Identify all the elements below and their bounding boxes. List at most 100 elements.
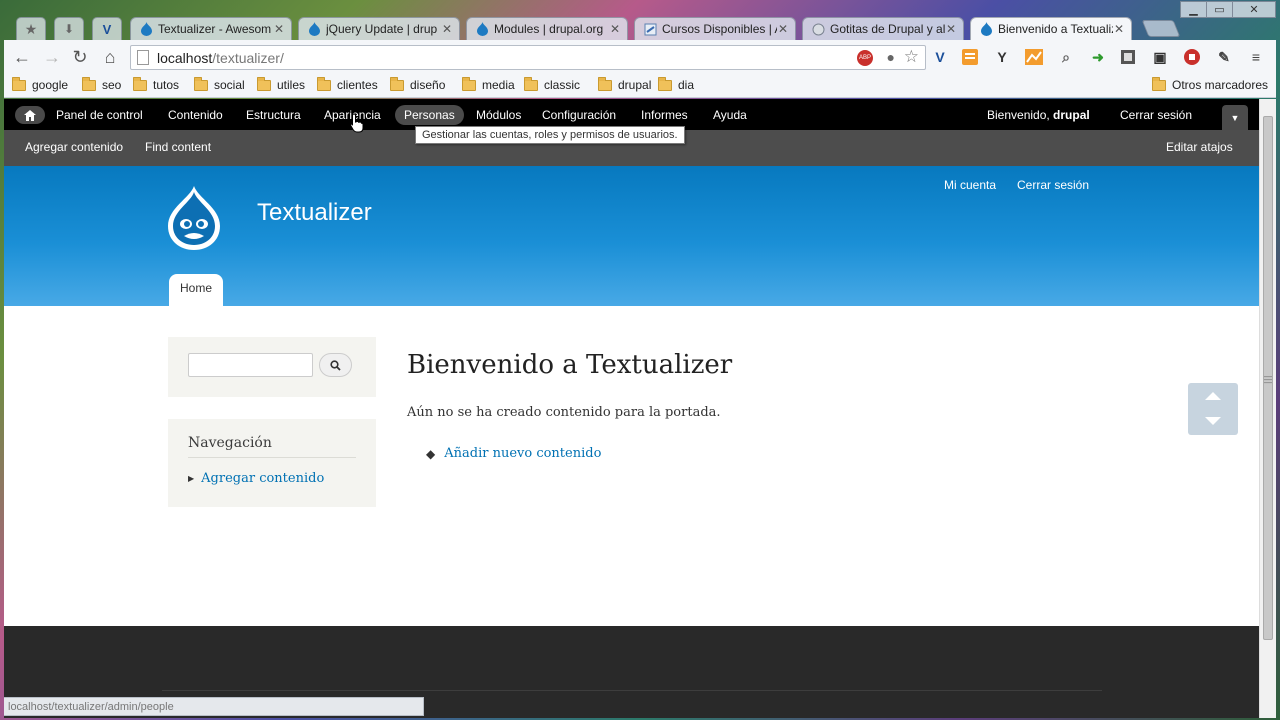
shortcut-link[interactable]: Agregar contenido [25, 140, 123, 154]
page-title: Bienvenido a Textualizer [407, 350, 733, 380]
back-arrow-icon[interactable]: ← [10, 46, 34, 68]
welcome-username[interactable]: drupal [1053, 108, 1090, 122]
browser-tab[interactable]: Textualizer - Awesom ✕ [130, 17, 292, 40]
adblock-icon[interactable]: ABP [857, 50, 873, 66]
site-logout-link[interactable]: Cerrar sesión [1017, 178, 1089, 192]
tab-home[interactable]: Home [169, 274, 223, 306]
bookmark-star-icon[interactable]: ☆ [904, 47, 919, 67]
close-icon[interactable]: ✕ [441, 22, 453, 36]
lightbulb-icon[interactable]: ● [887, 49, 895, 65]
browser-tab[interactable]: jQuery Update | drup ✕ [298, 17, 460, 40]
admin-home-icon[interactable] [15, 106, 45, 124]
bookmark-folder[interactable]: diseño [390, 76, 446, 92]
maximize-icon[interactable]: ▭ [1206, 1, 1233, 18]
folder-icon [317, 76, 331, 91]
bookmark-folder[interactable]: utiles [257, 76, 306, 92]
scroll-up-icon[interactable] [1205, 392, 1221, 400]
home-icon[interactable]: ⌂ [98, 46, 122, 68]
menu-icon[interactable]: ≡ [1246, 48, 1266, 66]
admin-menu-item[interactable]: Configuración [542, 108, 616, 122]
bookmark-label: diseño [410, 78, 446, 92]
site-name[interactable]: Textualizer [257, 199, 372, 227]
tools-icon[interactable]: ✎ [1214, 48, 1234, 66]
browser-tab-active[interactable]: Bienvenido a Textualiz ✕ [970, 17, 1132, 40]
my-account-link[interactable]: Mi cuenta [944, 178, 996, 192]
bookmark-folder[interactable]: seo [82, 76, 121, 92]
reload-icon[interactable]: ↻ [68, 46, 92, 68]
magnifier-icon[interactable]: ⌕ [1056, 48, 1076, 66]
minimize-icon[interactable]: ▁ [1180, 1, 1207, 18]
other-bookmarks-folder[interactable]: Otros marcadores [1152, 76, 1268, 92]
forward-arrow-icon[interactable]: → [40, 46, 64, 68]
chevron-down-icon[interactable]: ▼ [1222, 105, 1248, 130]
search-input[interactable] [188, 353, 313, 377]
bookmark-folder[interactable]: google [12, 76, 68, 92]
new-tab-button[interactable] [1141, 20, 1181, 37]
bookmark-folder[interactable]: dia [658, 76, 695, 92]
bookmark-label: clientes [337, 78, 378, 92]
green-arrow-icon[interactable]: ➜ [1088, 48, 1108, 66]
shield-v-icon[interactable]: V [930, 48, 950, 66]
navigation-link-label: Agregar contenido [201, 471, 325, 486]
bookmark-folder[interactable]: classic [524, 76, 580, 92]
scroll-widget [1188, 383, 1238, 435]
bookmark-label: utiles [277, 78, 306, 92]
admin-menu-item[interactable]: Panel de control [56, 108, 143, 122]
site-header: Textualizer Mi cuenta Cerrar sesión Home [4, 166, 1259, 306]
chart-icon[interactable] [1024, 48, 1044, 66]
folder-icon [598, 76, 612, 91]
bookmark-label: dia [678, 78, 695, 92]
window-controls: ▁ ▭ ✕ [1180, 1, 1276, 19]
stop-icon[interactable] [1182, 48, 1202, 66]
admin-menu-item[interactable]: Estructura [246, 108, 301, 122]
address-bar[interactable]: localhost/textualizer/ ABP ● ☆ [130, 45, 926, 70]
shield-v-icon: V [102, 21, 112, 37]
tab-title: Bienvenido a Textualiz [998, 22, 1113, 36]
admin-menu-item-active[interactable]: Personas [395, 105, 464, 125]
bookmark-folder[interactable]: media [462, 76, 515, 92]
downloads-tab[interactable]: ⬇ [54, 17, 84, 40]
welcome-prefix: Bienvenido, [987, 108, 1054, 122]
folder-icon [194, 76, 208, 91]
bookmark-folder[interactable]: clientes [317, 76, 378, 92]
window-close-icon[interactable]: ✕ [1232, 1, 1276, 18]
hand-cursor-icon [350, 113, 364, 136]
admin-menu-item[interactable]: Módulos [476, 108, 521, 122]
admin-menu-item[interactable]: Informes [641, 108, 688, 122]
navigation-link[interactable]: ▶ Agregar contenido [188, 471, 324, 486]
bookmark-folder[interactable]: tutos [133, 76, 179, 92]
yslow-icon[interactable]: Y [992, 48, 1012, 66]
admin-menu-item[interactable]: Ayuda [713, 108, 747, 122]
divider [162, 690, 1102, 691]
folder-icon [390, 76, 404, 91]
bookmark-star-tab[interactable]: ★ [16, 17, 46, 40]
dimension-icon[interactable] [1118, 48, 1138, 66]
pinned-tab[interactable]: V [92, 17, 122, 40]
add-content-link[interactable]: Añadir nuevo contenido [444, 446, 601, 461]
rss-icon[interactable] [960, 48, 980, 66]
screen-capture-icon[interactable]: ▣ [1150, 48, 1170, 66]
vertical-scrollbar[interactable]: — — — [1259, 99, 1276, 718]
close-icon[interactable]: ✕ [273, 22, 285, 36]
close-icon[interactable]: ✕ [945, 22, 957, 36]
folder-icon [462, 76, 476, 91]
logout-link[interactable]: Cerrar sesión [1120, 108, 1192, 122]
close-icon[interactable]: ✕ [609, 22, 621, 36]
scroll-down-icon[interactable] [1205, 417, 1221, 425]
bookmark-label: media [482, 78, 515, 92]
shortcut-link[interactable]: Find content [145, 140, 211, 154]
empty-frontpage-message: Aún no se ha creado contenido para la po… [407, 405, 721, 420]
admin-menu-item[interactable]: Contenido [168, 108, 223, 122]
close-icon[interactable]: ✕ [1113, 22, 1125, 36]
search-button[interactable] [319, 353, 352, 377]
edit-shortcuts-link[interactable]: Editar atajos [1166, 140, 1233, 154]
list-item[interactable]: ◆ Añadir nuevo contenido [426, 446, 601, 461]
browser-tab[interactable]: Gotitas de Drupal y al ✕ [802, 17, 964, 40]
close-icon[interactable]: ✕ [777, 22, 789, 36]
browser-tab[interactable]: Modules | drupal.org ✕ [466, 17, 628, 40]
download-icon: ⬇ [63, 22, 75, 36]
drupal-logo[interactable] [164, 184, 224, 252]
bookmark-folder[interactable]: social [194, 76, 245, 92]
browser-tab[interactable]: Cursos Disponibles | A ✕ [634, 17, 796, 40]
bookmark-folder[interactable]: drupal [598, 76, 651, 92]
